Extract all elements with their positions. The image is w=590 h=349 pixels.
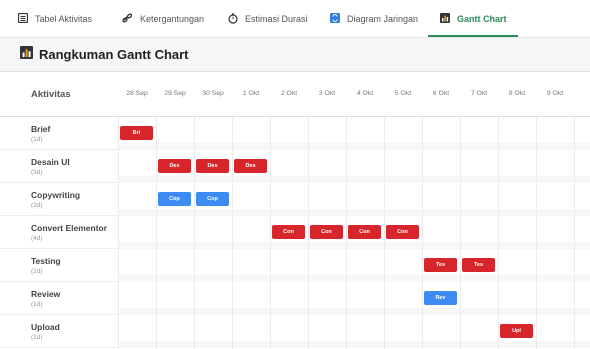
active-tab-indicator: [428, 35, 518, 37]
table-icon: [17, 12, 29, 25]
row-band: [118, 275, 590, 282]
tab-label: Ketergantungan: [140, 14, 205, 24]
gantt-row: Upload (1d) Upl: [0, 315, 590, 348]
activity-name: Copywriting: [31, 190, 81, 200]
gantt-bar[interactable]: Des: [196, 159, 229, 173]
tab-diagram-jaringan[interactable]: Diagram Jaringan: [330, 0, 418, 38]
date-column-header: 6 Okt: [432, 90, 450, 97]
gantt-bar[interactable]: Cop: [196, 192, 229, 206]
activity-name: Review: [31, 289, 61, 299]
tab-label: Tabel Aktivitas: [35, 14, 93, 24]
activity-duration: (4d): [31, 235, 43, 242]
grid-line: [156, 117, 157, 349]
activity-name: Testing: [31, 256, 61, 266]
grid-line: [118, 117, 119, 349]
date-column-header: 5 Okt: [394, 90, 412, 97]
activity-name: Desain UI: [31, 157, 70, 167]
activity-name: Brief: [31, 124, 51, 134]
gantt-row: Testing (2d) Tes Tes: [0, 249, 590, 282]
grid-line: [308, 117, 309, 349]
grid-line: [232, 117, 233, 349]
activity-duration: (3d): [31, 169, 43, 176]
activity-duration: (2d): [31, 202, 43, 209]
gantt-row: Brief (1d) Bri: [0, 117, 590, 150]
grid-line: [498, 117, 499, 349]
tab-label: Diagram Jaringan: [347, 14, 419, 24]
network-icon: [330, 13, 340, 25]
date-column-header: 1 Okt: [242, 90, 260, 97]
gantt-bar[interactable]: Con: [272, 225, 305, 239]
gantt-bar[interactable]: Con: [386, 225, 419, 239]
date-column-header: 30 Sep: [202, 90, 224, 97]
gantt-row: Review (1d) Rev: [0, 282, 590, 315]
grid-line: [270, 117, 271, 349]
page-title: Rangkuman Gantt Chart: [39, 47, 189, 62]
date-column-header: 3 Okt: [318, 90, 336, 97]
activity-duration: (1d): [31, 136, 43, 143]
gantt-bar[interactable]: Tes: [462, 258, 495, 272]
gantt-bar[interactable]: Bri: [120, 126, 153, 140]
tab-gantt-chart[interactable]: Gantt Chart: [440, 0, 507, 38]
gantt-header-row: Aktivitas 28 Sep 29 Sep 30 Sep 1 Okt 2 Okt 3 …: [0, 72, 590, 117]
date-column-header: 28 Sep: [126, 90, 148, 97]
date-column-header: 29 Sep: [164, 90, 186, 97]
gantt-bar[interactable]: Rev: [424, 291, 457, 305]
activity-duration: (1d): [31, 334, 43, 341]
gantt-bar[interactable]: Des: [158, 159, 191, 173]
grid-line: [194, 117, 195, 349]
row-band: [118, 143, 590, 150]
summary-header: Rangkuman Gantt Chart: [0, 38, 590, 72]
tab-label: Gantt Chart: [457, 14, 507, 24]
gantt-bar[interactable]: Des: [234, 159, 267, 173]
grid-line: [422, 117, 423, 349]
gantt-row: Desain UI (3d) Des Des Des: [0, 150, 590, 183]
date-column-header: 8 Okt: [508, 90, 526, 97]
gantt-bar[interactable]: Con: [310, 225, 343, 239]
row-band: [118, 308, 590, 315]
date-column-header: 2 Okt: [280, 90, 298, 97]
row-band: [118, 242, 590, 249]
date-column-header: 7 Okt: [470, 90, 488, 97]
tab-tabel-aktivitas[interactable]: Tabel Aktivitas: [17, 0, 93, 38]
gantt-bar[interactable]: Con: [348, 225, 381, 239]
tab-bar: Tabel Aktivitas Ketergantungan Estimasi …: [0, 0, 590, 38]
activity-name: Upload: [31, 322, 60, 332]
grid-line: [346, 117, 347, 349]
grid-line: [460, 117, 461, 349]
grid-line: [384, 117, 385, 349]
gantt-bar[interactable]: Tes: [424, 258, 457, 272]
link-icon: [122, 13, 133, 25]
date-column-header: 9 Okt: [546, 90, 564, 97]
grid-line: [536, 117, 537, 349]
bar-chart-icon: [440, 13, 450, 25]
tab-label: Estimasi Durasi: [245, 14, 308, 24]
activity-duration: (2d): [31, 268, 43, 275]
tab-estimasi-durasi[interactable]: Estimasi Durasi: [228, 0, 308, 38]
bar-chart-icon: [20, 45, 33, 64]
gantt-row: Copywriting (2d) Cop Cop: [0, 183, 590, 216]
grid-line: [574, 117, 575, 349]
row-band: [118, 209, 590, 216]
date-column-header: 4 Okt: [356, 90, 374, 97]
gantt-grid: Aktivitas 28 Sep 29 Sep 30 Sep 1 Okt 2 Okt 3 …: [0, 72, 590, 349]
gantt-row: Convert Elementor (4d) Con Con Con Con: [0, 216, 590, 249]
tab-ketergantungan[interactable]: Ketergantungan: [122, 0, 204, 38]
row-band: [118, 176, 590, 183]
stopwatch-icon: [228, 12, 238, 26]
activity-name: Convert Elementor: [31, 223, 108, 233]
row-band: [118, 341, 590, 348]
activity-column-header: Aktivitas: [31, 89, 71, 100]
activity-duration: (1d): [31, 301, 43, 308]
gantt-bar[interactable]: Upl: [500, 324, 533, 338]
gantt-bar[interactable]: Cop: [158, 192, 191, 206]
